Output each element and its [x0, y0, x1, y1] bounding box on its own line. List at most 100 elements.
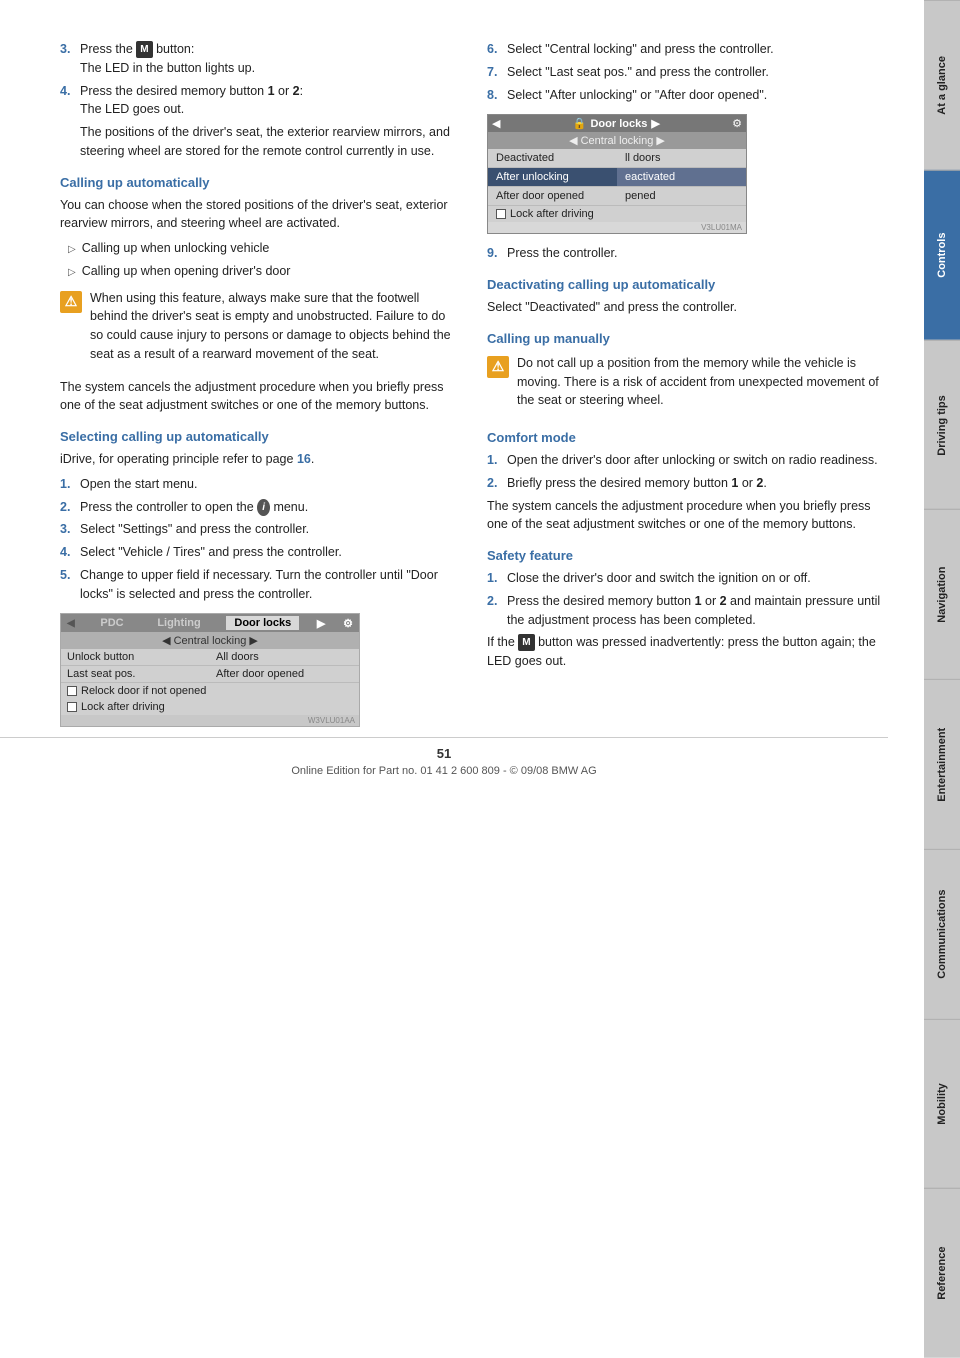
step7-text: Select "Last seat pos." and press the co…	[507, 63, 884, 82]
screen1-row1: Unlock button All doors	[61, 649, 359, 666]
comfort-step2-text: Briefly press the desired memory button …	[507, 474, 884, 493]
screen2-watermark: V3LU01MA	[488, 222, 746, 233]
screen1-tab-doorlocks: Door locks	[226, 616, 299, 630]
screen1-tab-lighting: Lighting	[149, 616, 208, 630]
deactivating-heading: Deactivating calling up automatically	[487, 277, 884, 292]
warning-text-1: When using this feature, always make sur…	[90, 289, 457, 364]
system-cancels: The system cancels the adjustment proced…	[60, 378, 457, 416]
step4-text: Press the desired memory button 1 or 2: …	[80, 82, 457, 120]
screen1-row3: Relock door if not opened	[61, 683, 359, 699]
sidebar-tab-reference[interactable]: Reference	[924, 1188, 960, 1358]
sel-step-4: 4. Select "Vehicle / Tires" and press th…	[60, 543, 457, 562]
left-column: 3. Press the M button: The LED in the bu…	[60, 40, 457, 737]
safety-step-1: 1. Close the driver's door and switch th…	[487, 569, 884, 588]
sidebar-tab-at-a-glance[interactable]: At a glance	[924, 0, 960, 170]
footer-text: Online Edition for Part no. 01 41 2 600 …	[0, 765, 888, 777]
screen1-row2-right: After door opened	[210, 666, 359, 682]
screen1-row2: Last seat pos. After door opened	[61, 666, 359, 683]
step4-num: 4.	[60, 82, 76, 120]
screen1-sub-header: ◀ Central locking ▶	[61, 632, 359, 649]
safety-step1-text: Close the driver's door and switch the i…	[507, 569, 884, 588]
safety-feature-heading: Safety feature	[487, 548, 884, 563]
screen1-body: Unlock button All doors Last seat pos. A…	[61, 649, 359, 715]
sidebar: At a glance Controls Driving tips Naviga…	[924, 0, 960, 1358]
deactivating-text: Select "Deactivated" and press the contr…	[487, 298, 884, 317]
sel-step-2: 2. Press the controller to open the i me…	[60, 498, 457, 517]
main-content: 3. Press the M button: The LED in the bu…	[0, 0, 924, 797]
sel-step2-num: 2.	[60, 498, 76, 517]
step-7: 7. Select "Last seat pos." and press the…	[487, 63, 884, 82]
screen1-settings-icon: ⚙	[343, 617, 353, 630]
step6-text: Select "Central locking" and press the c…	[507, 40, 884, 59]
m-button-safety: M	[518, 634, 534, 651]
comfort-heading: Comfort mode	[487, 430, 884, 445]
step-3: 3. Press the M button: The LED in the bu…	[60, 40, 457, 78]
selecting-intro: iDrive, for operating principle refer to…	[60, 450, 457, 469]
step-6: 6. Select "Central locking" and press th…	[487, 40, 884, 59]
bullet-2: ▷ Calling up when opening driver's door	[60, 262, 457, 281]
sidebar-tab-entertainment[interactable]: Entertainment	[924, 679, 960, 849]
bullet-1-text: Calling up when unlocking vehicle	[82, 239, 270, 258]
calling-up-heading: Calling up automatically	[60, 175, 457, 190]
screen2-settings-icon: ⚙	[732, 117, 742, 130]
sidebar-tab-driving-tips[interactable]: Driving tips	[924, 340, 960, 510]
screen1-checkbox1	[67, 686, 77, 696]
bullet-arrow-2: ▷	[68, 265, 76, 281]
step9-text: Press the controller.	[507, 244, 884, 263]
sel-step2-text: Press the controller to open the i menu.	[80, 498, 457, 517]
comfort-step-1: 1. Open the driver's door after unlockin…	[487, 451, 884, 470]
screen2-header: ◀ 🔒 Door locks ▶ ⚙	[488, 115, 746, 132]
sel-step-1: 1. Open the start menu.	[60, 475, 457, 494]
screen2-sub: ◀ Central locking ▶	[488, 132, 746, 149]
sel-step-5: 5. Change to upper field if necessary. T…	[60, 566, 457, 604]
step-4: 4. Press the desired memory button 1 or …	[60, 82, 457, 120]
sel-step3-text: Select "Settings" and press the controll…	[80, 520, 457, 539]
sidebar-tab-navigation[interactable]: Navigation	[924, 509, 960, 679]
screen1-back-arrow: ◀	[67, 618, 75, 629]
screen1-forward-icon: ▶	[317, 617, 325, 630]
screen1-row2-left: Last seat pos.	[61, 666, 210, 682]
screen1-row3-text: Relock door if not opened	[81, 685, 206, 697]
sel-step3-num: 3.	[60, 520, 76, 539]
step6-num: 6.	[487, 40, 503, 59]
calling-manually-heading: Calling up manually	[487, 331, 884, 346]
sel-step-3: 3. Select "Settings" and press the contr…	[60, 520, 457, 539]
screen2-row1: Deactivated ll doors	[488, 149, 746, 168]
safety-step2-text: Press the desired memory button 1 or 2 a…	[507, 592, 884, 630]
step7-num: 7.	[487, 63, 503, 82]
screen2-row3: After door opened pened	[488, 187, 746, 206]
calling-manually-warning: Do not call up a position from the memor…	[517, 354, 884, 410]
comfort-step-2: 2. Briefly press the desired memory butt…	[487, 474, 884, 493]
sel-step5-text: Change to upper field if necessary. Turn…	[80, 566, 457, 604]
bullet-arrow-1: ▷	[68, 242, 76, 258]
step8-num: 8.	[487, 86, 503, 105]
bullet-1: ▷ Calling up when unlocking vehicle	[60, 239, 457, 258]
screen2-lock-icon: 🔒	[573, 117, 587, 130]
sel-step1-num: 1.	[60, 475, 76, 494]
screen1-row4: Lock after driving	[61, 699, 359, 715]
comfort-system-cancels: The system cancels the adjustment proced…	[487, 497, 884, 535]
footer: 51 Online Edition for Part no. 01 41 2 6…	[0, 737, 888, 777]
screen2-header-center: 🔒 Door locks ▶	[573, 117, 660, 130]
screen2-row4: Lock after driving	[488, 206, 746, 222]
safety-step1-num: 1.	[487, 569, 503, 588]
screen2-row2: After unlocking eactivated	[488, 168, 746, 187]
screen2-forward-arrow: ▶	[651, 117, 659, 130]
screen2-title: Door locks	[590, 118, 647, 130]
sel-step4-num: 4.	[60, 543, 76, 562]
i-button-icon: i	[257, 499, 270, 516]
sidebar-tab-communications[interactable]: Communications	[924, 849, 960, 1019]
sidebar-tab-mobility[interactable]: Mobility	[924, 1019, 960, 1189]
screen2-row2-right: eactivated	[617, 168, 746, 186]
screen-door-locks-1: ◀ PDC Lighting Door locks ▶ ⚙ ◀ Central …	[60, 613, 360, 727]
screen1-row1-right: All doors	[210, 649, 359, 665]
screen2-checkbox	[496, 209, 506, 219]
step4-detail: The positions of the driver's seat, the …	[80, 123, 457, 161]
step-8: 8. Select "After unlocking" or "After do…	[487, 86, 884, 105]
screen2-back-icon: ◀	[492, 117, 500, 130]
sidebar-tab-controls[interactable]: Controls	[924, 170, 960, 340]
safety-step2-num: 2.	[487, 592, 503, 630]
safety-step-2: 2. Press the desired memory button 1 or …	[487, 592, 884, 630]
screen2-body: Deactivated ll doors After unlocking eac…	[488, 149, 746, 222]
screen2-row3-left: After door opened	[488, 187, 617, 205]
